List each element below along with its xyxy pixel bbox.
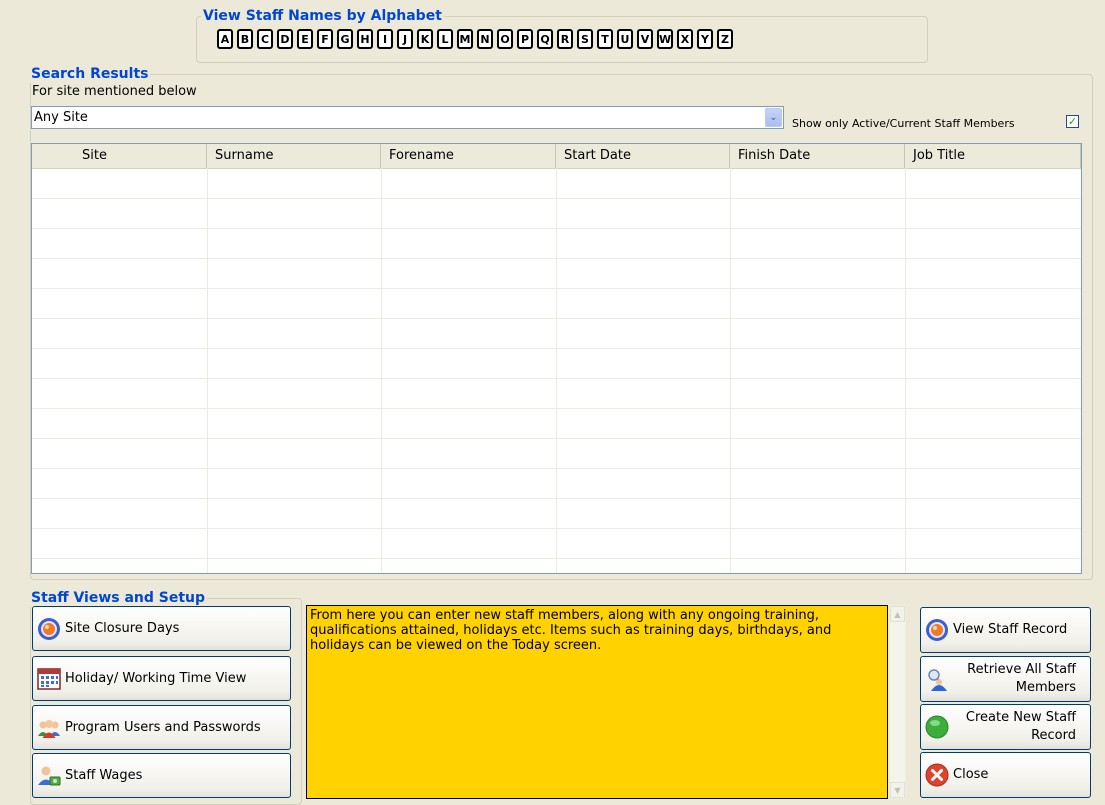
letter-button-m[interactable]: M [457,29,473,49]
info-text-box[interactable]: From here you can enter new staff member… [306,605,888,799]
column-header-job-title[interactable]: Job Title [905,144,1081,168]
view-staff-record-button[interactable]: View Staff Record [920,607,1091,653]
letter-button-u[interactable]: U [617,29,633,49]
letter-button-w[interactable]: W [657,29,673,49]
grid-header: Site Surname Forename Start Date Finish Date… [32,144,1081,169]
grid-row-line [32,258,1081,259]
column-header-site[interactable]: Site [32,144,207,168]
letter-button-y[interactable]: Y [697,29,713,49]
active-only-checkbox[interactable]: ✓ [1066,115,1079,128]
letter-button-o[interactable]: O [497,29,513,49]
letter-button-d[interactable]: D [277,29,293,49]
letter-button-e[interactable]: E [297,29,313,49]
letter-button-l[interactable]: L [437,29,453,49]
create-new-staff-record-label-line2: Record [1031,728,1076,743]
grid-row-line [32,198,1081,199]
letter-button-s[interactable]: S [577,29,593,49]
grid-row-line [32,378,1081,379]
column-header-finish-date[interactable]: Finish Date [730,144,905,168]
create-new-staff-record-label-line1: Create New Staff [965,710,1076,725]
chevron-down-icon[interactable]: ⌄ [765,108,782,127]
retrieve-all-staff-label-line1: Retrieve All Staff [967,662,1076,677]
letter-button-h[interactable]: H [357,29,373,49]
column-header-start-date[interactable]: Start Date [556,144,730,168]
users-icon [38,719,60,738]
site-filter-label: For site mentioned below [32,84,197,99]
column-header-surname[interactable]: Surname [207,144,381,168]
letter-button-k[interactable]: K [417,29,433,49]
site-closure-days-label: Site Closure Days [65,621,180,636]
calendar-icon [37,667,61,690]
retrieve-all-staff-label-line2: Members [1015,680,1076,695]
grid-row-line [32,528,1081,529]
close-button[interactable]: Close [920,752,1091,798]
info-scrollbar[interactable]: ▲ ▼ [889,605,906,799]
letter-button-j[interactable]: J [397,29,413,49]
letter-button-z[interactable]: Z [717,29,733,49]
program-users-passwords-button[interactable]: Program Users and Passwords [32,705,291,750]
letter-button-v[interactable]: V [637,29,653,49]
close-icon [925,763,949,787]
letter-button-x[interactable]: X [677,29,693,49]
grid-row-line [32,288,1081,289]
staff-views-title: Staff Views and Setup [29,589,208,607]
grid-row-line [32,228,1081,229]
green-circle-icon [925,715,949,739]
staff-wages-button[interactable]: Staff Wages [32,753,291,798]
retrieve-all-staff-button[interactable]: Retrieve All Staff Members [920,656,1091,702]
letter-button-b[interactable]: B [237,29,253,49]
letter-button-f[interactable]: F [317,29,333,49]
letter-button-r[interactable]: R [557,29,573,49]
grid-row-line [32,408,1081,409]
scroll-up-icon[interactable]: ▲ [890,606,905,622]
grid-row-line [32,498,1081,499]
info-text: From here you can enter new staff member… [310,608,832,653]
holiday-working-time-button[interactable]: Holiday/ Working Time View [32,656,291,701]
column-header-forename[interactable]: Forename [381,144,556,168]
grid-row-line [32,558,1081,559]
site-select[interactable]: Any Site ⌄ [31,106,784,129]
search-results-title: Search Results [29,65,151,83]
scroll-down-icon[interactable]: ▼ [890,782,905,798]
letter-button-q[interactable]: Q [537,29,553,49]
letter-button-p[interactable]: P [517,29,533,49]
alphabet-group-title: View Staff Names by Alphabet [201,7,444,25]
staff-wages-label: Staff Wages [65,768,143,783]
grid-row-line [32,438,1081,439]
letter-button-t[interactable]: T [597,29,613,49]
search-people-icon [928,669,947,691]
active-only-label: Show only Active/Current Staff Members [792,117,1015,130]
close-label: Close [953,767,989,782]
site-closure-days-button[interactable]: Site Closure Days [32,606,291,651]
letter-button-g[interactable]: G [337,29,353,49]
grid-row-line [32,318,1081,319]
site-select-value: Any Site [34,110,88,125]
letter-button-i[interactable]: I [377,29,393,49]
retrieve-all-staff-label: Retrieve All Staff Members [953,661,1090,697]
staff-results-grid[interactable]: Site Surname Forename Start Date Finish Date… [31,143,1082,574]
create-new-staff-record-label: Create New Staff Record [953,709,1090,745]
letter-button-a[interactable]: A [217,29,233,49]
record-icon [38,617,60,640]
staff-wages-icon [38,766,61,785]
create-new-staff-record-button[interactable]: Create New Staff Record [920,704,1091,750]
alphabet-buttons: ABCDEFGHIJKLMNOPQRSTUVWXYZ [217,29,733,49]
holiday-working-time-label: Holiday/ Working Time View [65,671,247,686]
view-staff-record-label: View Staff Record [953,622,1068,637]
letter-button-c[interactable]: C [257,29,273,49]
program-users-passwords-label: Program Users and Passwords [65,720,261,735]
record-icon [926,619,948,641]
alphabet-group: View Staff Names by Alphabet ABCDEFGHIJK… [196,7,928,63]
letter-button-n[interactable]: N [477,29,493,49]
grid-row-line [32,348,1081,349]
grid-row-line [32,468,1081,469]
